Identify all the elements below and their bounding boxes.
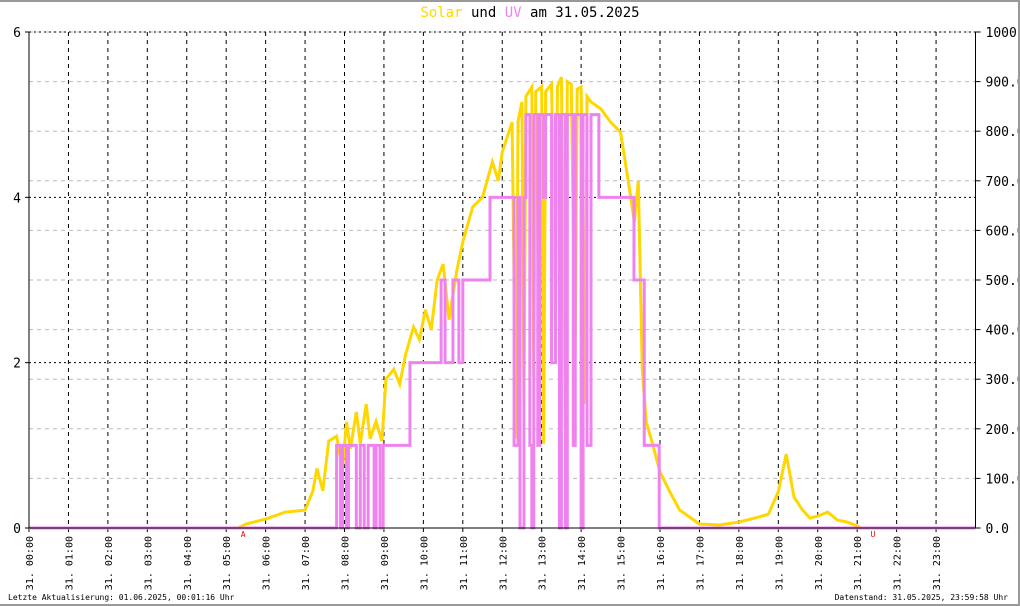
right-tick-label: 600.0 bbox=[986, 224, 1020, 239]
x-tick-label: 31. 17:00 bbox=[695, 536, 706, 590]
x-tick-label: 31. 06:00 bbox=[262, 536, 273, 590]
x-tick-label: 31. 10:00 bbox=[419, 536, 430, 590]
right-tick-label: 100.0 bbox=[986, 472, 1020, 487]
right-tick-label: 800.0 bbox=[986, 125, 1020, 140]
x-tick-label: 31. 20:00 bbox=[814, 536, 825, 590]
x-tick-label: 31. 13:00 bbox=[538, 536, 549, 590]
x-tick-label: 31. 08:00 bbox=[341, 536, 352, 590]
x-tick-label: 31. 19:00 bbox=[774, 536, 785, 590]
sun-marker-label: A bbox=[241, 530, 246, 539]
chart-svg: 31. 00:00 31. 01:00 31. 02:00 31. 03:00 31. … bbox=[13, 26, 1020, 590]
left-tick-label: 2 bbox=[13, 357, 21, 372]
sun-marker-label: U bbox=[871, 530, 876, 539]
x-tick-label: 31. 01:00 bbox=[64, 536, 75, 590]
x-tick-label: 31. 00:00 bbox=[25, 536, 36, 590]
right-tick-label: 0.0 bbox=[986, 522, 1009, 537]
x-tick-label: 31. 15:00 bbox=[617, 536, 628, 590]
right-tick-label: 700.0 bbox=[986, 175, 1020, 190]
x-tick-label: 31. 12:00 bbox=[498, 536, 509, 590]
x-tick-label: 31. 11:00 bbox=[459, 536, 470, 590]
right-tick-label: 500.0 bbox=[986, 274, 1020, 289]
x-tick-label: 31. 03:00 bbox=[143, 536, 154, 590]
right-tick-label: 400.0 bbox=[986, 324, 1020, 339]
x-tick-label: 31. 18:00 bbox=[735, 536, 746, 590]
x-tick-label: 31. 22:00 bbox=[893, 536, 904, 590]
x-tick-label: 31. 09:00 bbox=[380, 536, 391, 590]
left-tick-label: 0 bbox=[13, 522, 21, 537]
chart-container: Solar und UV am 31.05.2025 31. 00:00 31. … bbox=[0, 0, 1020, 606]
x-tick-label: 31. 02:00 bbox=[104, 536, 115, 590]
last-update-text: Letzte Aktualisierung: 01.06.2025, 00:01… bbox=[8, 593, 235, 602]
x-tick-label: 31. 07:00 bbox=[301, 536, 312, 590]
x-tick-label: 31. 16:00 bbox=[656, 536, 667, 590]
left-tick-label: 4 bbox=[13, 191, 21, 206]
left-tick-label: 6 bbox=[13, 26, 21, 41]
right-tick-label: 200.0 bbox=[986, 423, 1020, 438]
x-tick-label: 31. 05:00 bbox=[222, 536, 233, 590]
right-tick-label: 300.0 bbox=[986, 373, 1020, 388]
x-tick-label: 31. 04:00 bbox=[183, 536, 194, 590]
right-tick-label: 900.0 bbox=[986, 76, 1020, 91]
data-state-text: Datenstand: 31.05.2025, 23:59:58 Uhr bbox=[834, 593, 1008, 602]
x-tick-label: 31. 21:00 bbox=[853, 536, 864, 590]
x-tick-label: 31. 23:00 bbox=[932, 536, 943, 590]
x-tick-label: 31. 14:00 bbox=[577, 536, 588, 590]
right-tick-label: 1000 bbox=[986, 26, 1017, 41]
